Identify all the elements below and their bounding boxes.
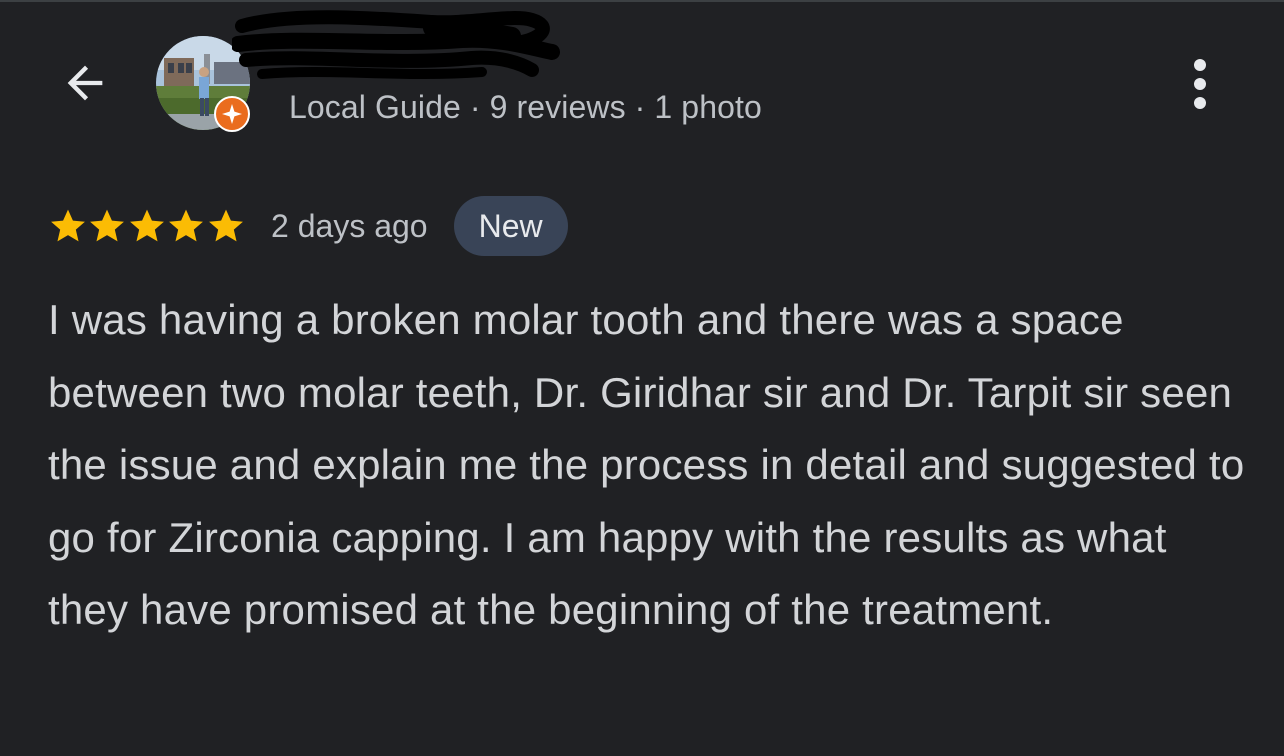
review-date: 2 days ago [271,207,428,244]
top-border [0,0,1284,2]
star-icon [169,209,204,242]
more-options-button[interactable] [1176,56,1224,112]
reviewer-name-redacted [230,8,562,88]
star-icon [129,209,164,242]
star-icon [90,209,125,242]
star-icon [208,209,243,242]
star-icon [51,209,85,242]
local-guide-star-icon [214,96,250,132]
reviewer-meta: Local Guide · 9 reviews · 1 photo [289,89,762,125]
new-badge: New [453,196,568,256]
arrow-back-icon [67,65,103,101]
rating-row: 2 days ago New [48,196,568,256]
more-vert-icon [1194,59,1206,109]
local-guide-badge [214,96,250,132]
star-rating [48,206,245,246]
back-button[interactable] [56,54,114,112]
review-text: I was having a broken molar tooth and th… [48,296,1245,633]
